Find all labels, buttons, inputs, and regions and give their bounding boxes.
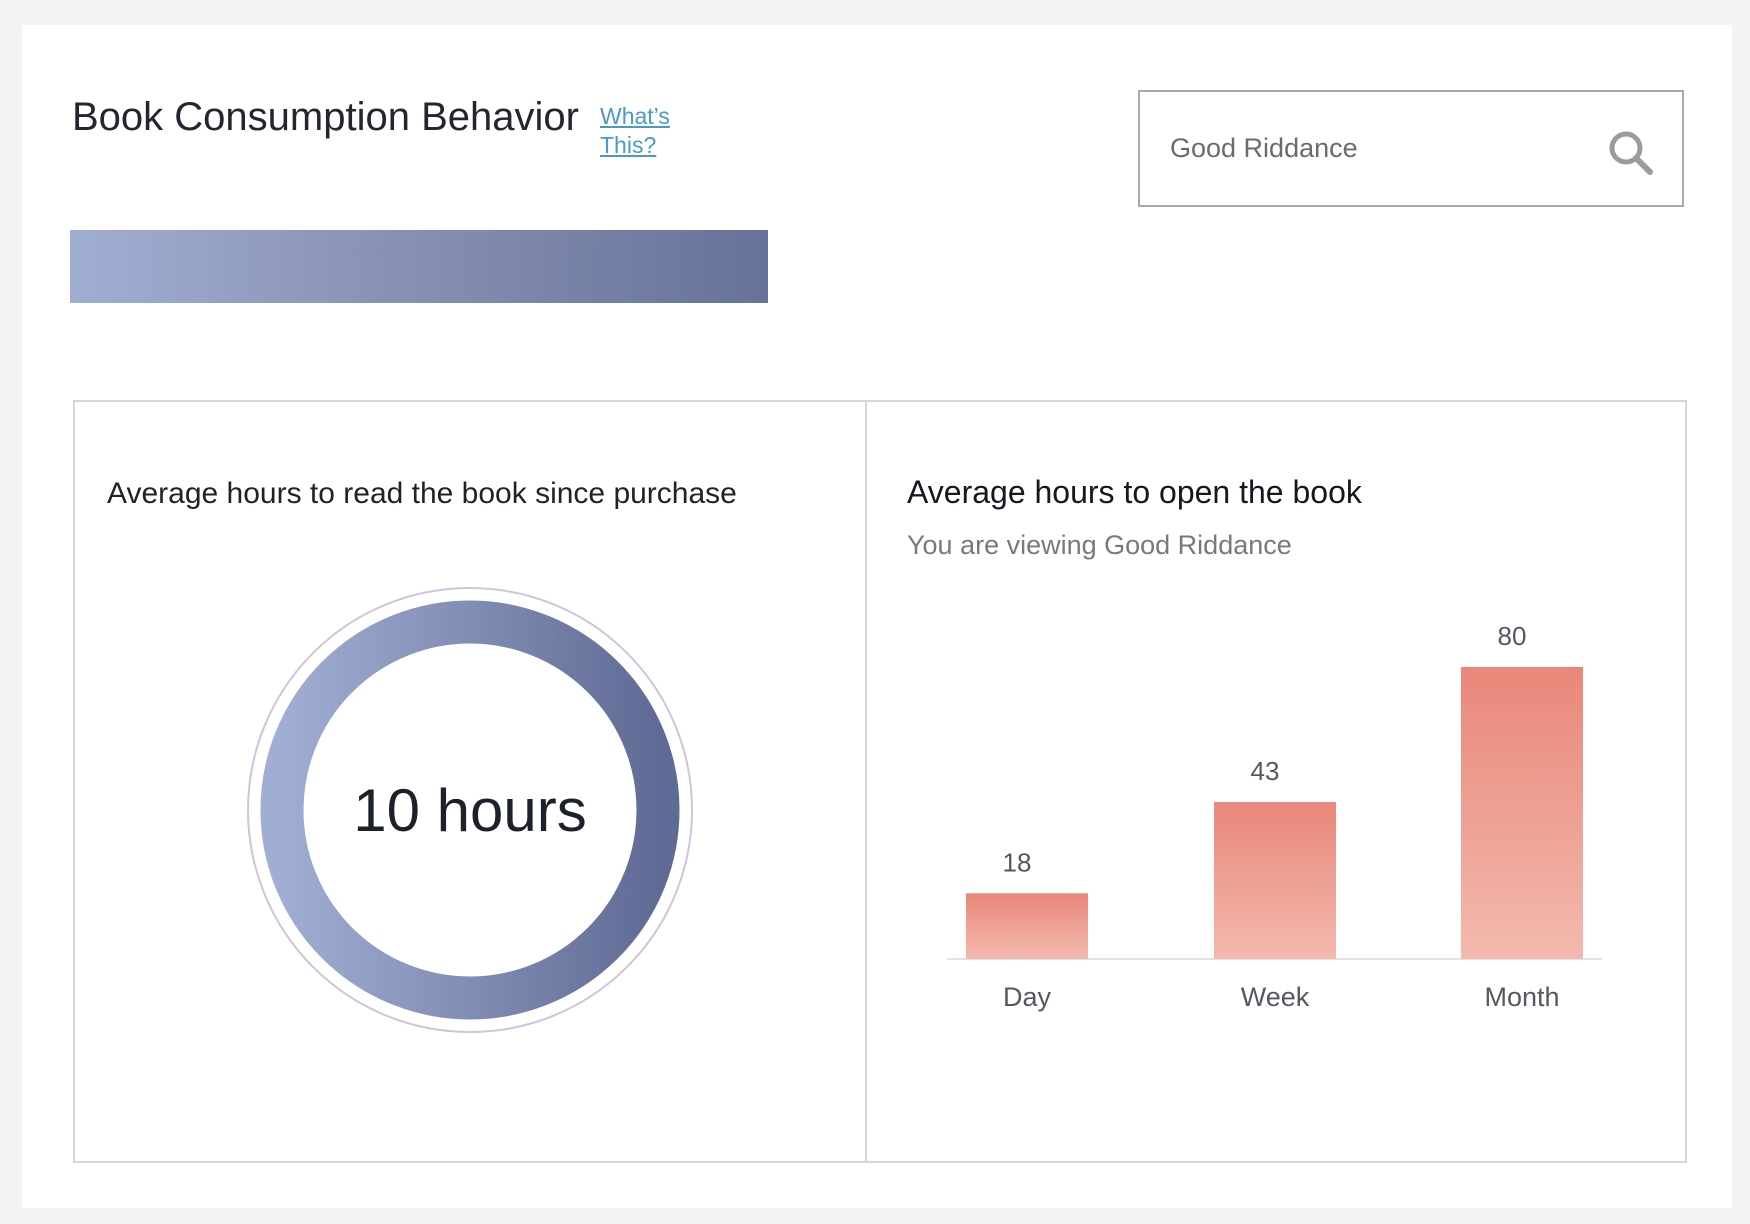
open-hours-panel: Average hours to open the book You are v… (867, 402, 1685, 1161)
read-hours-title: Average hours to read the book since pur… (107, 477, 737, 510)
search-box (1138, 90, 1684, 207)
open-hours-bar-chart: 18 Day 43 Week 80 Month (947, 621, 1602, 1012)
search-icon[interactable] (1606, 128, 1654, 176)
bar-value-label-week: 43 (1251, 756, 1280, 786)
whats-this-link[interactable]: What’s This? (600, 102, 700, 160)
bar-week (1214, 802, 1336, 959)
dashboard-card: Book Consumption Behavior What’s This? A… (22, 25, 1732, 1208)
read-hours-panel: Average hours to read the book since pur… (75, 402, 867, 1161)
panels-container: Average hours to read the book since pur… (73, 400, 1687, 1163)
x-tick-label-day: Day (1003, 982, 1052, 1012)
read-hours-value: 10 hours (353, 776, 587, 844)
bar-month (1461, 667, 1583, 959)
bar-value-label-month: 80 (1498, 621, 1527, 651)
bar-value-label-day: 18 (1003, 847, 1032, 877)
x-tick-label-week: Week (1241, 982, 1310, 1012)
page-title: Book Consumption Behavior (72, 95, 579, 139)
search-input[interactable] (1170, 92, 1590, 205)
bar-day (966, 893, 1088, 959)
x-tick-label-month: Month (1484, 982, 1559, 1012)
header-accent-bar (70, 230, 768, 303)
